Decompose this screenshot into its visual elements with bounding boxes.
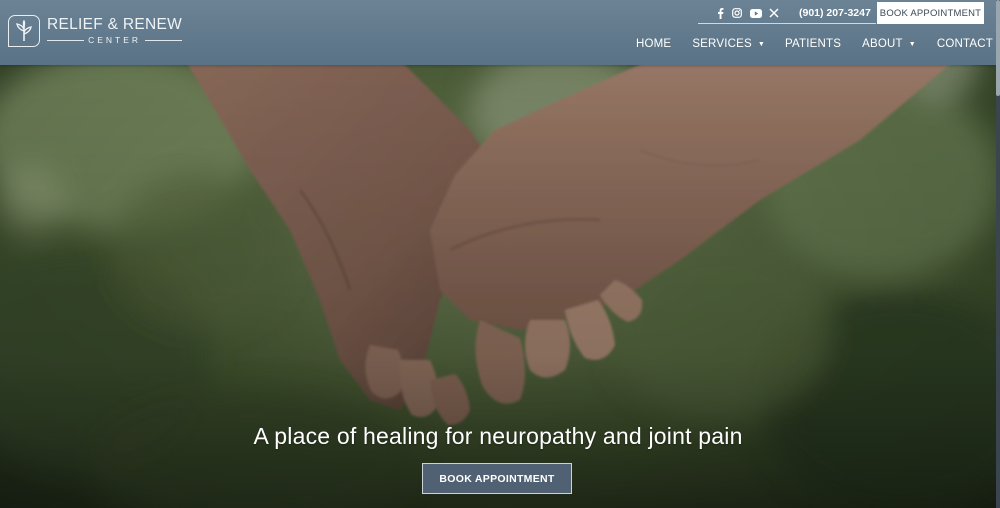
nav-item-contact[interactable]: CONTACT xyxy=(937,38,993,50)
nav-item-patients[interactable]: PATIENTS xyxy=(785,38,841,50)
utility-bar: (901) 207-3247 BOOK APPOINTMENT xyxy=(698,2,988,24)
nav-item-label: SERVICES xyxy=(692,38,752,50)
book-appointment-button[interactable]: BOOK APPOINTMENT xyxy=(877,2,984,24)
utility-divider xyxy=(698,23,876,24)
nav-item-home[interactable]: HOME xyxy=(636,38,671,50)
nav-item-about[interactable]: ABOUT ▼ xyxy=(862,38,916,50)
chevron-down-icon: ▼ xyxy=(757,40,766,48)
page-scrollbar[interactable] xyxy=(996,0,1000,508)
phone-number[interactable]: (901) 207-3247 xyxy=(799,7,871,19)
site-header: RELIEF & RENEW CENTER (901) 207-3247 BOO… xyxy=(0,0,996,65)
hero-book-appointment-button[interactable]: BOOK APPOINTMENT xyxy=(422,463,572,494)
nav-item-services[interactable]: SERVICES ▼ xyxy=(692,38,765,50)
hero-headline: A place of healing for neuropathy and jo… xyxy=(253,423,743,449)
x-icon[interactable] xyxy=(767,6,781,20)
main-nav: HOME SERVICES ▼ PATIENTS ABOUT ▼ CONTACT xyxy=(636,36,993,52)
scrollbar-thumb[interactable] xyxy=(996,0,1000,96)
nav-item-label: CONTACT xyxy=(936,38,994,50)
facebook-icon[interactable] xyxy=(713,6,727,20)
leaf-sprout-icon xyxy=(8,15,40,47)
youtube-icon[interactable] xyxy=(749,6,763,20)
chevron-down-icon: ▼ xyxy=(908,40,916,48)
brand-subtitle-row: CENTER xyxy=(47,35,183,45)
nav-item-label: ABOUT xyxy=(862,38,903,50)
nav-item-label: PATIENTS xyxy=(785,38,842,50)
instagram-icon[interactable] xyxy=(730,6,744,20)
brand-logo[interactable]: RELIEF & RENEW CENTER xyxy=(8,15,183,47)
brand-name: RELIEF & RENEW xyxy=(47,16,183,33)
nav-item-label: HOME xyxy=(636,38,672,50)
brand-subtitle: CENTER xyxy=(88,35,142,45)
